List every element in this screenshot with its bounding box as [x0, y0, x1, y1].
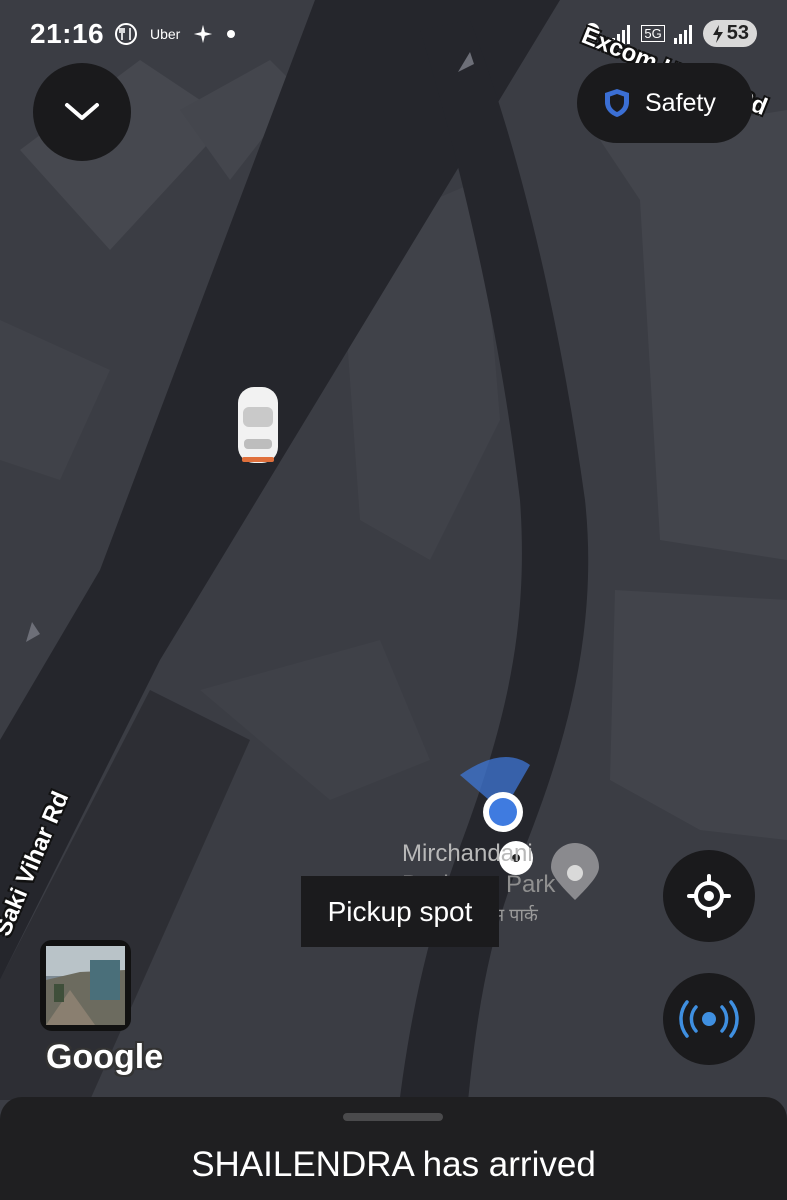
notification-icons: Uber — [114, 22, 236, 46]
dot-icon — [227, 30, 236, 38]
google-attribution: Google — [46, 1038, 164, 1076]
status-time: 21:16 — [30, 18, 105, 49]
signal-icon-2 — [673, 24, 692, 44]
safety-button[interactable]: Safety — [577, 63, 753, 143]
battery-indicator: 53 — [702, 20, 757, 47]
street-view-thumbnail[interactable] — [40, 940, 131, 1031]
drag-handle[interactable] — [343, 1113, 443, 1121]
bottom-sheet[interactable]: SHAILENDRA has arrived — [0, 1097, 787, 1200]
crosshair-icon — [687, 874, 731, 918]
sparkle-icon — [194, 24, 213, 44]
uber-notification-label: Uber — [150, 26, 181, 42]
battery-level: 53 — [726, 22, 749, 44]
broadcast-icon — [679, 1000, 739, 1038]
collapse-button[interactable] — [33, 63, 131, 161]
charging-icon — [712, 24, 723, 43]
arrival-message: SHAILENDRA has arrived — [191, 1145, 596, 1184]
network-type-label: 5G — [641, 25, 665, 42]
pickup-spot-tooltip: Pickup spot — [301, 876, 499, 947]
user-location-dot — [489, 798, 517, 826]
broadcast-button[interactable] — [663, 973, 755, 1065]
restaurant-icon — [115, 23, 137, 45]
chevron-down-icon — [65, 103, 99, 120]
shield-icon — [605, 89, 629, 117]
car-icon — [238, 387, 278, 463]
safety-label: Safety — [645, 88, 716, 117]
recenter-button[interactable] — [663, 850, 755, 942]
street-view-image — [46, 946, 125, 1025]
poi-name-line1: Mirchandani — [402, 840, 533, 867]
